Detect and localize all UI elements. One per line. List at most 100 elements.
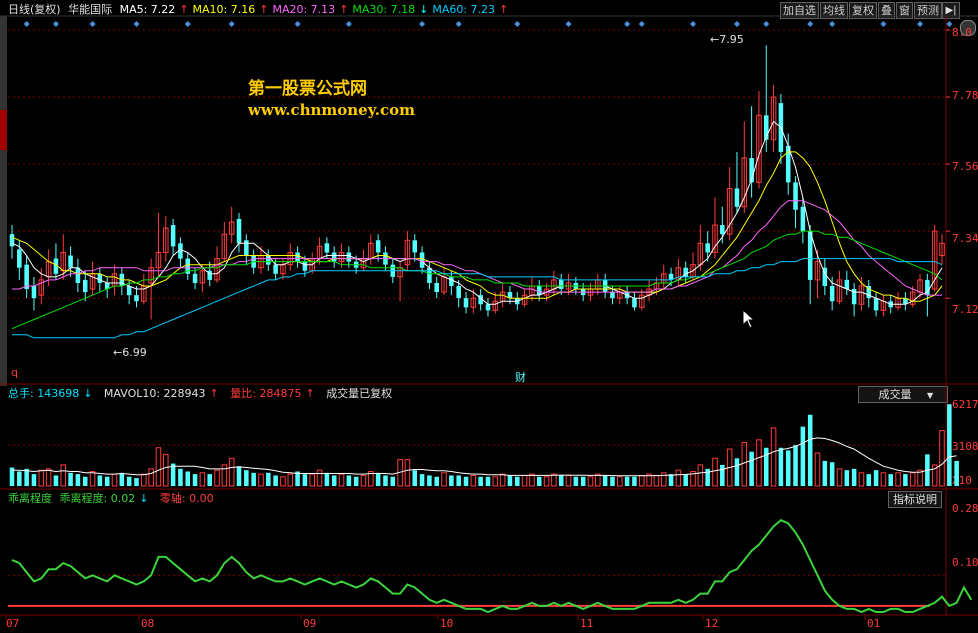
- candle-body: [126, 286, 132, 296]
- volume-bar: [338, 473, 345, 487]
- volume-bar: [822, 460, 828, 486]
- volume-bar: [302, 474, 308, 486]
- volume-bar: [404, 459, 411, 487]
- candle-body: [610, 292, 615, 299]
- volume-bar: [199, 472, 206, 487]
- candle-body: [734, 188, 740, 207]
- volume-bar: [756, 439, 762, 487]
- volume-bar: [324, 472, 330, 486]
- volume-bar: [683, 474, 688, 486]
- candle-body: [412, 240, 418, 253]
- volume-bar: [800, 426, 806, 486]
- volume-bar: [434, 476, 439, 486]
- volume-bar: [617, 476, 623, 487]
- event-diamond-icon: [23, 21, 30, 27]
- kline-chart[interactable]: [0, 0, 978, 633]
- candle-body: [456, 286, 461, 299]
- volume-bar: [749, 451, 754, 486]
- event-diamond-icon: [829, 21, 836, 27]
- candle-body: [705, 243, 710, 253]
- volume-bar: [697, 464, 704, 487]
- candle-body: [170, 225, 176, 247]
- volume-bar: [939, 430, 945, 487]
- volume-bar: [565, 474, 572, 487]
- volume-bar: [492, 476, 499, 487]
- candle-body: [346, 252, 352, 262]
- event-diamond-icon: [638, 21, 645, 27]
- volume-bar: [653, 474, 660, 487]
- volume-bar: [595, 473, 601, 487]
- volume-bar: [82, 476, 88, 486]
- volume-bar: [814, 452, 821, 487]
- volume-bar: [793, 445, 798, 486]
- volume-bar: [75, 474, 81, 486]
- event-diamond-icon: [624, 21, 631, 27]
- event-diamond-icon: [917, 21, 924, 27]
- volume-bar: [244, 470, 249, 486]
- event-diamond-icon: [880, 21, 887, 27]
- candle-body: [68, 255, 73, 268]
- volume-bar: [947, 404, 952, 486]
- volume-bar: [53, 475, 59, 486]
- candle-body: [449, 276, 454, 286]
- candle-body: [829, 286, 835, 302]
- volume-bar: [163, 453, 169, 487]
- event-diamond-icon: [52, 21, 59, 27]
- volume-bar: [185, 471, 191, 486]
- volume-bar: [119, 472, 125, 486]
- volume-bar: [141, 473, 147, 487]
- volume-bar: [178, 468, 183, 486]
- candle-body: [873, 298, 879, 311]
- volume-bar: [31, 474, 37, 486]
- volume-bar: [251, 472, 256, 486]
- volume-bar: [515, 476, 520, 486]
- volume-bar: [273, 475, 278, 486]
- event-diamond-icon: [455, 21, 462, 27]
- volume-bar: [383, 475, 388, 486]
- volume-bar: [807, 414, 813, 486]
- candle-body: [9, 234, 15, 247]
- volume-bar: [478, 476, 483, 486]
- volume-bar: [529, 473, 535, 487]
- volume-bar: [449, 475, 454, 486]
- volume-bar: [858, 472, 865, 487]
- volume-bar: [375, 472, 381, 486]
- candle-body: [419, 252, 425, 268]
- event-diamond-icon: [807, 21, 814, 27]
- event-diamond-icon: [133, 21, 140, 27]
- volume-bar: [558, 475, 564, 486]
- volume-bar: [734, 458, 740, 486]
- volume-bar: [60, 464, 67, 487]
- volume-bar: [543, 476, 550, 487]
- volume-bar: [551, 473, 557, 487]
- volume-bar: [207, 474, 212, 486]
- volume-bar: [507, 475, 513, 486]
- volume-bar: [68, 472, 73, 486]
- volume-bar: [266, 472, 271, 486]
- candle-body: [134, 295, 139, 302]
- volume-bar: [287, 473, 294, 487]
- event-diamond-icon: [565, 21, 572, 27]
- volume-bar: [895, 472, 901, 487]
- volume-bar: [660, 472, 667, 487]
- volume-bar: [45, 468, 52, 487]
- volume-bar: [412, 470, 418, 486]
- volume-bar: [97, 475, 103, 486]
- volume-bar: [104, 476, 110, 486]
- volume-bar: [221, 464, 228, 487]
- volume-bar: [309, 473, 316, 487]
- volume-bar: [236, 466, 242, 486]
- volume-bar: [587, 476, 594, 487]
- volume-bar: [258, 473, 264, 487]
- volume-bar: [675, 469, 682, 487]
- event-diamond-icon: [419, 21, 426, 27]
- candle-body: [295, 252, 300, 262]
- candle-body: [31, 286, 37, 299]
- volume-bar: [214, 469, 220, 487]
- volume-bar: [89, 470, 96, 487]
- volume-bar: [499, 473, 506, 487]
- volume-bar: [602, 475, 608, 486]
- mouse-cursor-icon: [742, 309, 756, 329]
- volume-bar: [38, 469, 45, 487]
- candle-body: [800, 206, 806, 232]
